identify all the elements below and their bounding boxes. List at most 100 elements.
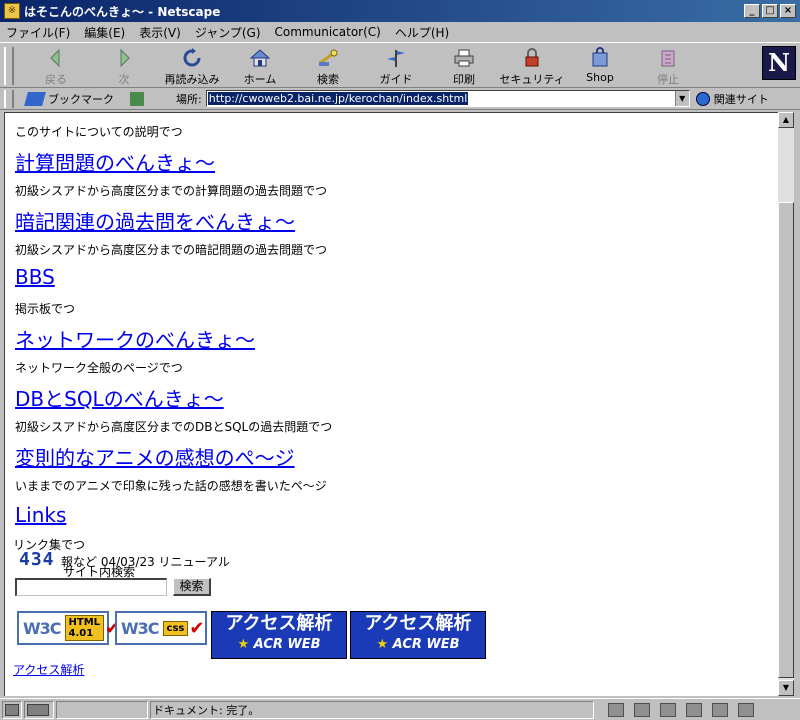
address-book-icon[interactable] xyxy=(686,702,702,717)
lock-status-icon xyxy=(5,703,19,716)
link-bbs[interactable]: BBS xyxy=(15,265,55,289)
acr-badge-subtitle: ★ ACR WEB xyxy=(376,637,460,652)
scrollbar-thumb[interactable] xyxy=(778,202,794,678)
stop-button[interactable]: 停止 xyxy=(634,43,702,87)
site-intro: このサイトについての説明でつ xyxy=(15,125,183,139)
access-counter: 434 xyxy=(19,549,55,570)
location-label: 場所: xyxy=(176,92,202,106)
menu-view[interactable]: 表示(V) xyxy=(139,24,181,41)
reload-icon xyxy=(183,48,201,67)
menu-file[interactable]: ファイル(F) xyxy=(6,24,70,41)
location-toolbar-grip[interactable] xyxy=(4,89,14,108)
maximize-button[interactable]: □ xyxy=(762,4,778,18)
navigation-toolbar: 戻る 次 再読み込み ホーム 検索 ガイド 印刷 セキュリティ Shop 停止 xyxy=(0,42,800,88)
status-bar: ドキュメント: 完了。 xyxy=(0,698,800,720)
desc-memorization: 初級シスアドから高度区分までの暗記問題の過去問題でつ xyxy=(15,243,328,257)
site-search-input[interactable] xyxy=(15,578,167,596)
chevron-down-icon[interactable]: ▼ xyxy=(674,91,689,106)
window-controls: _ □ × xyxy=(744,4,796,18)
site-search-button[interactable]: 検索 xyxy=(173,578,211,596)
security-status[interactable] xyxy=(2,700,22,719)
status-message: ドキュメント: 完了。 xyxy=(150,700,594,719)
html-401-tag: HTML 4.01 xyxy=(64,615,105,641)
back-arrow-icon xyxy=(50,48,60,68)
page-proxy-icon[interactable] xyxy=(130,91,144,106)
menu-edit[interactable]: 編集(E) xyxy=(84,24,125,41)
composer-icon[interactable] xyxy=(712,702,728,717)
home-button[interactable]: ホーム xyxy=(226,43,294,87)
w3c-css-badge[interactable]: W3C css ✔ xyxy=(115,611,207,645)
bookmarks-label: ブックマーク xyxy=(48,92,114,106)
w3c-logo: W3C xyxy=(121,618,160,638)
netscape-logo[interactable]: N xyxy=(762,46,796,80)
menu-go[interactable]: ジャンプ(G) xyxy=(195,24,261,41)
access-analysis-link[interactable]: アクセス解析 xyxy=(13,661,84,678)
star-icon: ★ xyxy=(376,637,389,652)
link-network[interactable]: ネットワークのべんきょ～ xyxy=(15,324,255,353)
page-content: このサイトについての説明でつ 計算問題のべんきょ～ 初級シスアドから高度区分まで… xyxy=(4,112,778,696)
link-anime[interactable]: 変則的なアニメの感想のぺ～ジ xyxy=(15,442,295,471)
link-memorization[interactable]: 暗記関連の過去問をべんきょ～ xyxy=(15,206,295,235)
related-sites-button[interactable]: 関連サイト xyxy=(695,91,769,107)
menu-communicator[interactable]: Communicator(C) xyxy=(275,25,381,39)
location-toolbar: ブックマーク 場所: http://cwoweb2.bai.ne.jp/kero… xyxy=(0,88,800,110)
progress-bar xyxy=(56,700,148,719)
vertical-scrollbar[interactable]: ▲ ▼ xyxy=(778,112,794,696)
menu-help[interactable]: ヘルプ(H) xyxy=(395,24,449,41)
desc-db-sql: 初級シスアドから高度区分までのDBとSQLの過去問題でつ xyxy=(15,420,333,434)
connection-status xyxy=(24,700,54,719)
toolbar-grip[interactable] xyxy=(4,47,14,85)
desc-network: ネットワーク全般のページでつ xyxy=(15,361,183,375)
forward-arrow-icon xyxy=(120,48,130,68)
acr-web-badge-2[interactable]: アクセス解析 ★ ACR WEB xyxy=(350,611,486,659)
print-icon xyxy=(454,49,474,67)
back-button[interactable]: 戻る xyxy=(22,43,90,87)
acr-web-badge[interactable]: アクセス解析 ★ ACR WEB xyxy=(211,611,347,659)
acr-badge-subtitle: ★ ACR WEB xyxy=(237,637,321,652)
url-input[interactable]: http://cwoweb2.bai.ne.jp/kerochan/index.… xyxy=(205,90,690,107)
component-bar xyxy=(598,702,754,717)
connection-icon xyxy=(27,703,49,716)
related-sites-icon xyxy=(695,91,710,106)
shop-button[interactable]: Shop xyxy=(566,43,634,87)
newsgroup-icon[interactable] xyxy=(660,702,676,717)
search-button[interactable]: 検索 xyxy=(294,43,362,87)
css-tag: css xyxy=(162,620,189,636)
bookmark-icon xyxy=(24,91,46,106)
home-icon xyxy=(249,49,271,67)
w3c-html-badge[interactable]: W3C HTML 4.01 ✔ xyxy=(17,611,120,645)
acr-badge-title: アクセス解析 xyxy=(225,613,333,634)
w3c-logo: W3C xyxy=(23,618,62,638)
forward-button[interactable]: 次 xyxy=(90,43,158,87)
edit-icon[interactable] xyxy=(738,702,754,717)
link-calculation[interactable]: 計算問題のべんきょ～ xyxy=(15,147,215,176)
star-icon: ★ xyxy=(237,637,250,652)
mail-icon[interactable] xyxy=(634,702,650,717)
shop-icon xyxy=(592,47,608,67)
netscape-app-icon[interactable]: ※ xyxy=(4,3,20,19)
checkmark-icon: ✔ xyxy=(189,617,205,639)
security-button[interactable]: セキュリティ xyxy=(498,43,566,87)
link-links[interactable]: Links xyxy=(15,503,66,527)
link-db-sql[interactable]: DBとSQLのべんきょ～ xyxy=(15,383,224,412)
guide-button[interactable]: ガイド xyxy=(362,43,430,87)
print-button[interactable]: 印刷 xyxy=(430,43,498,87)
desc-calculation: 初級シスアドから高度区分までの計算問題の過去問題でつ xyxy=(15,184,328,198)
desc-anime: いままでのアニメで印象に残った話の感想を書いたペ～ジ xyxy=(15,479,327,493)
reload-button[interactable]: 再読み込み xyxy=(158,43,226,87)
scroll-up-icon[interactable]: ▲ xyxy=(778,112,794,128)
scroll-down-icon[interactable]: ▼ xyxy=(778,680,794,696)
window-title: はそこんのべんきょ～ - Netscape xyxy=(24,4,221,19)
related-sites-label: 関連サイト xyxy=(713,92,769,106)
minimize-button[interactable]: _ xyxy=(744,4,760,18)
close-button[interactable]: × xyxy=(780,4,796,18)
search-icon xyxy=(319,49,338,66)
menu-bar: ファイル(F) 編集(E) 表示(V) ジャンプ(G) Communicator… xyxy=(0,22,800,42)
bookmarks-button[interactable]: ブックマーク xyxy=(24,91,114,107)
navigator-icon[interactable] xyxy=(608,702,624,717)
title-bar: ※ はそこんのべんきょ～ - Netscape _ □ × xyxy=(0,0,800,22)
guide-icon xyxy=(387,50,405,67)
acr-badge-title: アクセス解析 xyxy=(364,613,472,634)
url-text: http://cwoweb2.bai.ne.jp/kerochan/index.… xyxy=(207,92,469,105)
lock-icon xyxy=(525,48,539,67)
